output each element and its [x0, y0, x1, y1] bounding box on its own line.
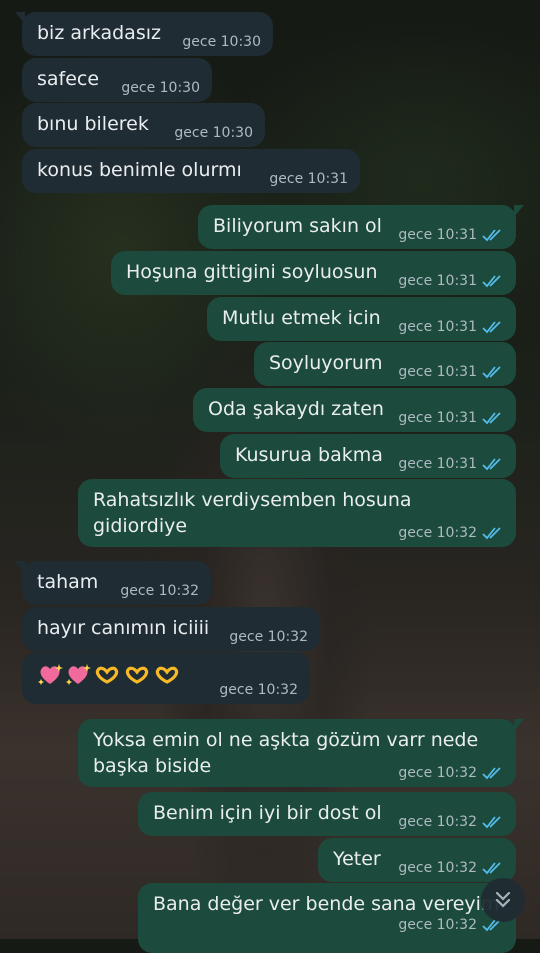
message-time: gece 10:32 — [120, 583, 199, 599]
message-meta: gece 10:31 — [398, 410, 504, 426]
message-text: Biliyorum sakın ol — [213, 215, 382, 237]
message-text: konus benimle olurmı — [37, 159, 242, 181]
message-meta: gece 10:31 — [398, 227, 504, 243]
message-text: safece — [37, 68, 100, 90]
message-bubble-outgoing[interactable]: Soyluyorum gece 10:31 — [254, 342, 516, 386]
message-bubble-outgoing[interactable]: Yeter gece 10:32 — [318, 838, 516, 882]
message-text: hayır canımın iciiii — [37, 617, 210, 639]
message-bubble-outgoing[interactable]: Bana değer ver bende sana vereyim gece 1… — [138, 883, 516, 953]
message-bubble-incoming[interactable]: taham gece 10:32 — [15, 561, 211, 605]
message-text: bınu bilerek — [37, 113, 149, 135]
double-check-read-icon — [482, 229, 501, 242]
message-bubble-incoming[interactable]: bınu bilerek gece 10:30 — [22, 103, 265, 147]
message-text: Oda şakaydı zaten — [208, 398, 384, 420]
message-time: gece 10:30 — [182, 34, 261, 50]
message-meta: gece 10:32 — [219, 682, 298, 698]
double-check-read-icon — [482, 816, 501, 829]
double-check-read-icon — [482, 366, 501, 379]
message-bubble-outgoing[interactable]: Oda şakaydı zaten gece 10:31 — [193, 388, 516, 432]
message-time: gece 10:32 — [398, 525, 477, 541]
message-time: gece 10:32 — [398, 860, 477, 876]
message-text: taham — [37, 571, 99, 593]
double-check-read-icon — [482, 275, 501, 288]
message-time: gece 10:30 — [174, 125, 253, 141]
message-text: Bana değer ver bende sana vereyim — [153, 893, 500, 915]
message-time: gece 10:31 — [398, 273, 477, 289]
message-text: Hoşuna gittigini soyluosun — [126, 261, 378, 283]
heart-hands-icon — [125, 666, 149, 684]
message-text: Yeter — [333, 848, 381, 870]
message-time: gece 10:31 — [398, 227, 477, 243]
message-time: gece 10:31 — [269, 171, 348, 187]
message-bubble-outgoing[interactable]: Hoşuna gittigini soyluosun gece 10:31 — [111, 251, 516, 295]
double-check-read-icon — [482, 862, 501, 875]
message-bubble-outgoing[interactable]: Mutlu etmek icin gece 10:31 — [207, 297, 516, 341]
message-meta: gece 10:32 — [398, 814, 504, 830]
message-time: gece 10:32 — [398, 765, 477, 781]
message-text: Kusurua bakma — [235, 444, 383, 466]
message-meta: gece 10:31 — [398, 456, 504, 472]
double-check-read-icon — [482, 527, 501, 540]
message-bubble-incoming[interactable]: safece gece 10:30 — [22, 58, 212, 102]
message-meta: gece 10:30 — [121, 80, 200, 96]
message-meta: gece 10:31 — [398, 273, 504, 289]
message-text: Rahatsızlık verdiysemben hosuna gidiordi… — [93, 489, 412, 537]
message-text: Soyluyorum — [269, 352, 383, 374]
message-emoji-row — [37, 662, 181, 688]
message-bubble-incoming[interactable]: hayır canımın iciiii gece 10:32 — [22, 607, 320, 651]
heart-hands-icon — [95, 666, 119, 684]
sparkling-heart-icon — [66, 664, 91, 685]
double-check-read-icon — [482, 412, 501, 425]
message-text: biz arkadasız — [37, 22, 161, 44]
message-meta: gece 10:32 — [398, 860, 504, 876]
message-bubble-incoming[interactable]: gece 10:32 — [22, 652, 310, 704]
message-time: gece 10:30 — [121, 80, 200, 96]
heart-hands-icon — [155, 666, 179, 684]
double-chevron-down-icon — [495, 891, 511, 908]
message-meta: gece 10:30 — [174, 125, 253, 141]
double-check-read-icon — [482, 321, 501, 334]
message-meta: gece 10:31 — [269, 171, 348, 187]
message-time: gece 10:31 — [398, 456, 477, 472]
message-bubble-outgoing[interactable]: Biliyorum sakın ol gece 10:31 — [198, 205, 524, 249]
message-bubble-outgoing[interactable]: Rahatsızlık verdiysemben hosuna gidiordi… — [78, 479, 516, 547]
message-text: Mutlu etmek icin — [222, 307, 381, 329]
message-bubble-outgoing[interactable]: Yoksa emin ol ne aşkta gözüm varr nede b… — [78, 719, 524, 787]
message-time: gece 10:31 — [398, 364, 477, 380]
message-time: gece 10:32 — [398, 917, 477, 933]
message-meta: gece 10:32 — [120, 583, 199, 599]
message-bubble-outgoing[interactable]: Benim için iyi bir dost ol gece 10:32 — [138, 792, 516, 836]
message-bubble-incoming[interactable]: konus benimle olurmı gece 10:31 — [22, 149, 360, 193]
sparkling-heart-icon — [38, 664, 63, 685]
message-meta: gece 10:32 — [398, 917, 504, 933]
message-text: Benim için iyi bir dost ol — [153, 802, 382, 824]
message-time: gece 10:32 — [229, 629, 308, 645]
message-meta: gece 10:32 — [398, 765, 504, 781]
message-time: gece 10:31 — [398, 410, 477, 426]
double-check-read-icon — [482, 458, 501, 471]
message-meta: gece 10:32 — [229, 629, 308, 645]
double-check-read-icon — [482, 767, 501, 780]
message-meta: gece 10:30 — [182, 34, 261, 50]
message-meta: gece 10:31 — [398, 364, 504, 380]
message-bubble-incoming[interactable]: biz arkadasız gece 10:30 — [15, 12, 273, 56]
chat-message-list[interactable]: biz arkadasız gece 10:30 safece gece 10:… — [0, 0, 540, 953]
message-bubble-outgoing[interactable]: Kusurua bakma gece 10:31 — [220, 434, 516, 478]
message-time: gece 10:32 — [398, 814, 477, 830]
message-meta: gece 10:31 — [398, 319, 504, 335]
message-time: gece 10:32 — [219, 682, 298, 698]
message-time: gece 10:31 — [398, 319, 477, 335]
scroll-to-bottom-button[interactable] — [481, 878, 525, 922]
message-meta: gece 10:32 — [398, 525, 504, 541]
